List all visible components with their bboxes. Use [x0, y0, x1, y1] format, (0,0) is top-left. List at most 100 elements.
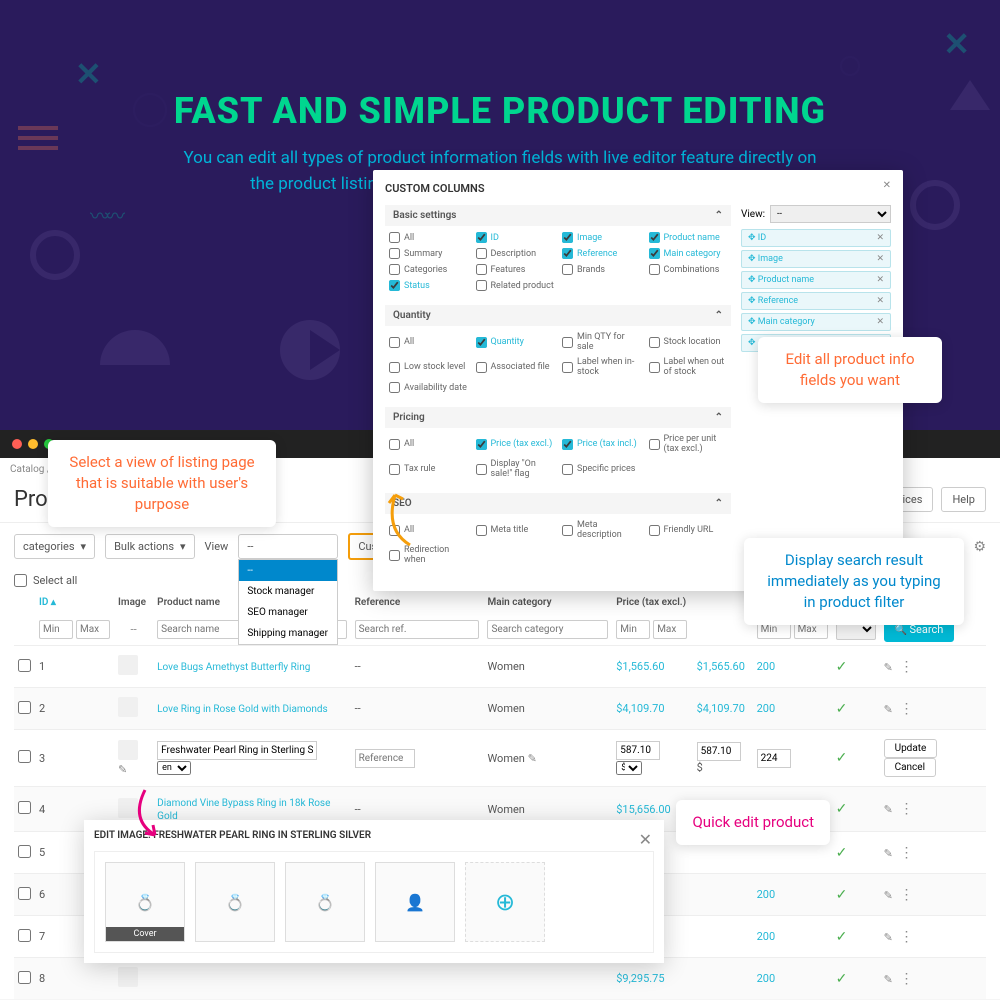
- filter-price-min[interactable]: [616, 620, 650, 639]
- checkbox-tax-rule[interactable]: Tax rule: [389, 459, 468, 479]
- gear-icon[interactable]: ⚙: [973, 539, 986, 555]
- checkbox-price-per-unit-tax-excl-[interactable]: Price per unit (tax excl.): [649, 434, 728, 454]
- column-pill[interactable]: ✥ Reference✕: [741, 292, 891, 310]
- filter-id-min[interactable]: [39, 620, 73, 639]
- filter-ref[interactable]: [355, 620, 480, 639]
- edit-icon[interactable]: ✎: [884, 661, 893, 674]
- bulk-actions-dropdown[interactable]: Bulk actions ▾: [105, 534, 194, 559]
- checkbox-low-stock-level[interactable]: Low stock level: [389, 357, 468, 377]
- checkbox-friendly-url[interactable]: Friendly URL: [649, 520, 728, 540]
- checkbox-all[interactable]: All: [389, 232, 468, 243]
- section-header[interactable]: Basic settings⌃: [385, 205, 731, 226]
- row-checkbox[interactable]: [18, 845, 31, 858]
- qty-input[interactable]: [757, 749, 791, 768]
- more-icon[interactable]: ⋮: [896, 971, 918, 987]
- thumbnail[interactable]: 👤: [375, 862, 455, 942]
- price2-input[interactable]: [697, 742, 741, 761]
- close-icon[interactable]: ✕: [883, 180, 891, 191]
- view-select[interactable]: --: [770, 205, 891, 223]
- more-icon[interactable]: ⋮: [896, 929, 918, 945]
- checkbox-meta-description[interactable]: Meta description: [562, 520, 641, 540]
- column-header[interactable]: [14, 591, 35, 614]
- currency-select[interactable]: $: [616, 761, 642, 775]
- more-icon[interactable]: ⋮: [896, 887, 918, 903]
- dropdown-item[interactable]: Stock manager: [239, 581, 337, 602]
- thumbnail[interactable]: 💍: [195, 862, 275, 942]
- name-input[interactable]: [157, 741, 317, 760]
- remove-icon[interactable]: ✕: [876, 233, 884, 243]
- checkbox-reference[interactable]: Reference: [562, 248, 641, 259]
- filter-id-max[interactable]: [76, 620, 110, 639]
- add-image-button[interactable]: ⊕: [465, 862, 545, 942]
- categories-dropdown[interactable]: categories ▾: [14, 534, 95, 559]
- column-header[interactable]: Main category: [483, 591, 612, 614]
- thumbnail-cover[interactable]: 💍: [105, 862, 185, 942]
- checkbox-combinations[interactable]: Combinations: [649, 264, 728, 275]
- column-pill[interactable]: ✥ ID✕: [741, 229, 891, 247]
- thumbnail[interactable]: 💍: [285, 862, 365, 942]
- row-checkbox[interactable]: [18, 971, 31, 984]
- checkbox-associated-file[interactable]: Associated file: [476, 357, 555, 377]
- dropdown-item[interactable]: Shipping manager: [239, 623, 337, 644]
- more-icon[interactable]: ⋮: [896, 659, 918, 675]
- row-checkbox[interactable]: [18, 801, 31, 814]
- checkbox-specific-prices[interactable]: Specific prices: [562, 459, 641, 479]
- lang-select[interactable]: en: [157, 761, 191, 775]
- edit-icon[interactable]: ✎: [884, 931, 893, 944]
- checkbox-related-product[interactable]: Related product: [476, 280, 555, 291]
- row-checkbox[interactable]: [18, 750, 31, 763]
- edit-icon[interactable]: ✎: [884, 703, 893, 716]
- edit-icon[interactable]: ✎: [884, 803, 893, 816]
- product-link[interactable]: Love Bugs Amethyst Butterfly Ring: [157, 662, 310, 673]
- column-header[interactable]: Image: [114, 591, 153, 614]
- more-icon[interactable]: ⋮: [896, 801, 918, 817]
- checkbox-summary[interactable]: Summary: [389, 248, 468, 259]
- edit-icon[interactable]: ✎: [884, 889, 893, 902]
- checkbox-all[interactable]: All: [389, 434, 468, 454]
- checkbox-brands[interactable]: Brands: [562, 264, 641, 275]
- checkbox-price-tax-incl-[interactable]: Price (tax incl.): [562, 434, 641, 454]
- edit-icon[interactable]: ✎: [528, 752, 537, 765]
- checkbox-id[interactable]: ID: [476, 232, 555, 243]
- row-checkbox[interactable]: [18, 887, 31, 900]
- checkbox-quantity[interactable]: Quantity: [476, 332, 555, 352]
- checkbox-features[interactable]: Features: [476, 264, 555, 275]
- checkbox-label-when-out-of-stock[interactable]: Label when out of stock: [649, 357, 728, 377]
- column-header[interactable]: ID ▴: [35, 591, 114, 614]
- checkbox-min-qty-for-sale[interactable]: Min QTY for sale: [562, 332, 641, 352]
- edit-icon[interactable]: ✎: [118, 763, 127, 776]
- section-header[interactable]: SEO⌃: [385, 493, 731, 514]
- more-icon[interactable]: ⋮: [896, 845, 918, 861]
- column-pill[interactable]: ✥ Main category✕: [741, 313, 891, 331]
- checkbox-meta-title[interactable]: Meta title: [476, 520, 555, 540]
- row-checkbox[interactable]: [18, 659, 31, 672]
- column-header[interactable]: Price (tax excl.): [612, 591, 692, 614]
- edit-icon[interactable]: ✎: [884, 973, 893, 986]
- checkbox-stock-location[interactable]: Stock location: [649, 332, 728, 352]
- cancel-button[interactable]: Cancel: [884, 758, 936, 777]
- edit-icon[interactable]: ✎: [884, 847, 893, 860]
- checkbox-display-on-sale-flag[interactable]: Display "On sale!" flag: [476, 459, 555, 479]
- product-link[interactable]: Diamond Vine Bypass Ring in 18k Rose Gol…: [157, 798, 330, 822]
- section-header[interactable]: Pricing⌃: [385, 407, 731, 428]
- help-button[interactable]: Help: [941, 487, 986, 512]
- checkbox-image[interactable]: Image: [562, 232, 641, 243]
- remove-icon[interactable]: ✕: [876, 317, 884, 327]
- filter-category[interactable]: [487, 620, 608, 639]
- view-dropdown[interactable]: --: [238, 534, 338, 559]
- more-icon[interactable]: ⋮: [896, 701, 918, 717]
- dropdown-item[interactable]: --: [239, 560, 337, 581]
- dropdown-item[interactable]: SEO manager: [239, 602, 337, 623]
- checkbox-availability-date[interactable]: Availability date: [389, 382, 468, 393]
- price-input[interactable]: [616, 741, 660, 760]
- checkbox-main-category[interactable]: Main category: [649, 248, 728, 259]
- product-link[interactable]: Love Ring in Rose Gold with Diamonds: [157, 704, 328, 715]
- column-header[interactable]: Reference: [351, 591, 484, 614]
- checkbox-product-name[interactable]: Product name: [649, 232, 728, 243]
- close-icon[interactable]: ✕: [639, 830, 652, 849]
- checkbox-categories[interactable]: Categories: [389, 264, 468, 275]
- remove-icon[interactable]: ✕: [876, 296, 884, 306]
- checkbox-label-when-in-stock[interactable]: Label when in-stock: [562, 357, 641, 377]
- checkbox-status[interactable]: Status: [389, 280, 468, 291]
- remove-icon[interactable]: ✕: [876, 254, 884, 264]
